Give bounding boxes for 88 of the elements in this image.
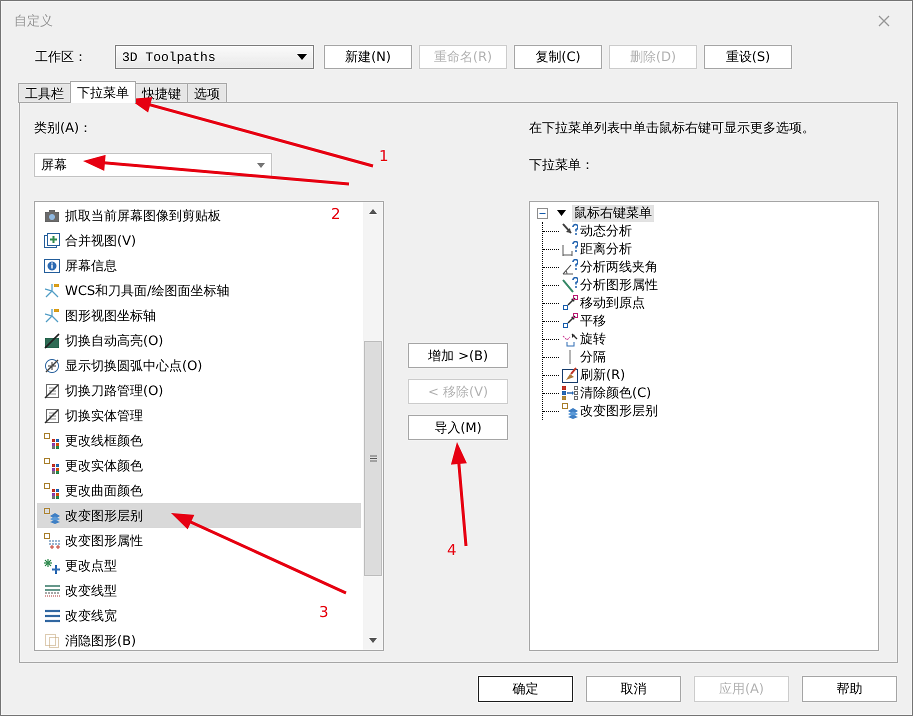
point-icon	[44, 558, 60, 574]
caret-icon	[257, 162, 265, 168]
tree-item[interactable]: 分析两线夹角	[578, 258, 660, 276]
dialog-button[interactable]: 确定	[478, 676, 573, 702]
command-item[interactable]: 改变线型	[37, 578, 117, 603]
scroll-thumb[interactable]	[364, 341, 382, 576]
command-item[interactable]: 改变线宽	[37, 603, 117, 628]
clear-color-icon	[562, 385, 578, 401]
attributes-icon	[44, 532, 60, 548]
command-item[interactable]: 切换实体管理	[37, 403, 143, 428]
tree-item[interactable]: 平移	[578, 312, 608, 330]
separator-icon	[569, 349, 571, 365]
angle-question-icon	[562, 259, 578, 275]
brush-icon	[562, 367, 578, 383]
tree-item[interactable]: 距离分析	[578, 240, 634, 258]
rotate-icon	[562, 331, 578, 347]
command-item[interactable]: 合并视图(V)	[37, 228, 136, 253]
command-item[interactable]: 显示切换圆弧中心点(O)	[37, 353, 202, 378]
command-item[interactable]: 切换刀路管理(O)	[37, 378, 164, 403]
highlight-icon	[44, 332, 60, 348]
command-item[interactable]: 更改曲面颜色	[37, 478, 143, 503]
tree-item[interactable]: 分析图形属性	[578, 276, 660, 294]
workspace-dropdown[interactable]: 3D Toolpaths	[115, 45, 314, 69]
tab[interactable]: 下拉菜单	[70, 81, 136, 103]
line-question-icon	[562, 277, 578, 293]
add-view-icon	[44, 232, 60, 248]
dotted-square-icon	[44, 632, 60, 648]
move-icon	[562, 295, 578, 311]
tree-item[interactable]: 分隔	[578, 348, 608, 366]
command-item[interactable]: 屏幕信息	[37, 253, 117, 278]
transfer-button[interactable]: 导入(M)	[408, 415, 508, 440]
command-item[interactable]: 更改实体颜色	[37, 453, 143, 478]
annotation-number: 4	[447, 541, 457, 559]
scroll-up-icon[interactable]	[369, 209, 377, 214]
annotation-number: 1	[379, 147, 389, 165]
annotation-number: 2	[331, 205, 341, 223]
color-grid-icon	[44, 482, 60, 498]
tree-item[interactable]: 鼠标右键菜单	[572, 204, 654, 222]
grip-icon	[370, 455, 376, 462]
camera-icon	[44, 208, 60, 224]
color-grid-icon	[44, 458, 60, 474]
tree-item[interactable]: 移动到原点	[578, 294, 647, 312]
command-item[interactable]: 更改点型	[37, 553, 117, 578]
circle-center-icon	[44, 358, 60, 374]
toolbar-button[interactable]: 新建(N)	[324, 45, 412, 69]
list-icon	[44, 408, 60, 424]
command-item[interactable]: 更改线框颜色	[37, 428, 143, 453]
axes-icon	[44, 308, 60, 324]
command-item[interactable]: 消隐图形(B)	[37, 628, 136, 653]
window-title: 自定义	[14, 13, 53, 30]
layers-icon	[562, 403, 578, 419]
tree-item[interactable]: 动态分析	[578, 222, 634, 240]
annotation-number: 3	[319, 603, 329, 621]
line-width-icon	[44, 608, 60, 624]
command-item[interactable]: WCS和刀具面/绘图面坐标轴	[37, 278, 230, 303]
move-icon	[562, 313, 578, 329]
info-icon	[44, 258, 60, 274]
dialog-button[interactable]: 帮助	[802, 676, 897, 702]
tree-item[interactable]: 刷新(R)	[578, 366, 628, 384]
toolbar-button[interactable]: 复制(C)	[514, 45, 602, 69]
ruler-question-icon	[562, 241, 578, 257]
color-grid-icon	[44, 432, 60, 448]
workspace-label: 工作区：	[35, 49, 88, 66]
scroll-down-icon[interactable]	[369, 638, 377, 643]
command-item[interactable]: 抓取当前屏幕图像到剪贴板	[37, 203, 221, 228]
tab[interactable]: 工具栏	[18, 83, 71, 103]
dialog-button[interactable]: 取消	[586, 676, 681, 702]
axes-icon	[44, 282, 60, 298]
command-item[interactable]: 改变图形层别	[37, 503, 361, 528]
tree-item[interactable]: 改变图形层别	[578, 402, 660, 420]
hint-text: 在下拉菜单列表中单击鼠标右键可显示更多选项。	[529, 120, 816, 138]
command-item[interactable]: 改变图形属性	[37, 528, 143, 553]
list-icon	[44, 382, 60, 398]
transfer-button[interactable]: 增加 >(B)	[408, 343, 508, 368]
command-item[interactable]: 切换自动高亮(O)	[37, 328, 164, 353]
triangle-icon	[557, 210, 566, 216]
tree-item[interactable]: 清除颜色(C)	[578, 384, 654, 402]
command-item[interactable]: 图形视图坐标轴	[37, 303, 156, 328]
line-style-icon	[44, 582, 60, 598]
tree-item[interactable]: 旋转	[578, 330, 608, 348]
layers-icon	[44, 508, 60, 524]
toolbar-button[interactable]: 重设(S)	[704, 45, 792, 69]
scrollbar[interactable]	[363, 202, 383, 650]
collapse-icon[interactable]	[537, 208, 548, 218]
caret-icon	[297, 54, 307, 60]
category-label: 类别(A)：	[34, 120, 94, 138]
menu-label: 下拉菜单：	[529, 157, 595, 175]
tab[interactable]: 选项	[187, 83, 227, 103]
